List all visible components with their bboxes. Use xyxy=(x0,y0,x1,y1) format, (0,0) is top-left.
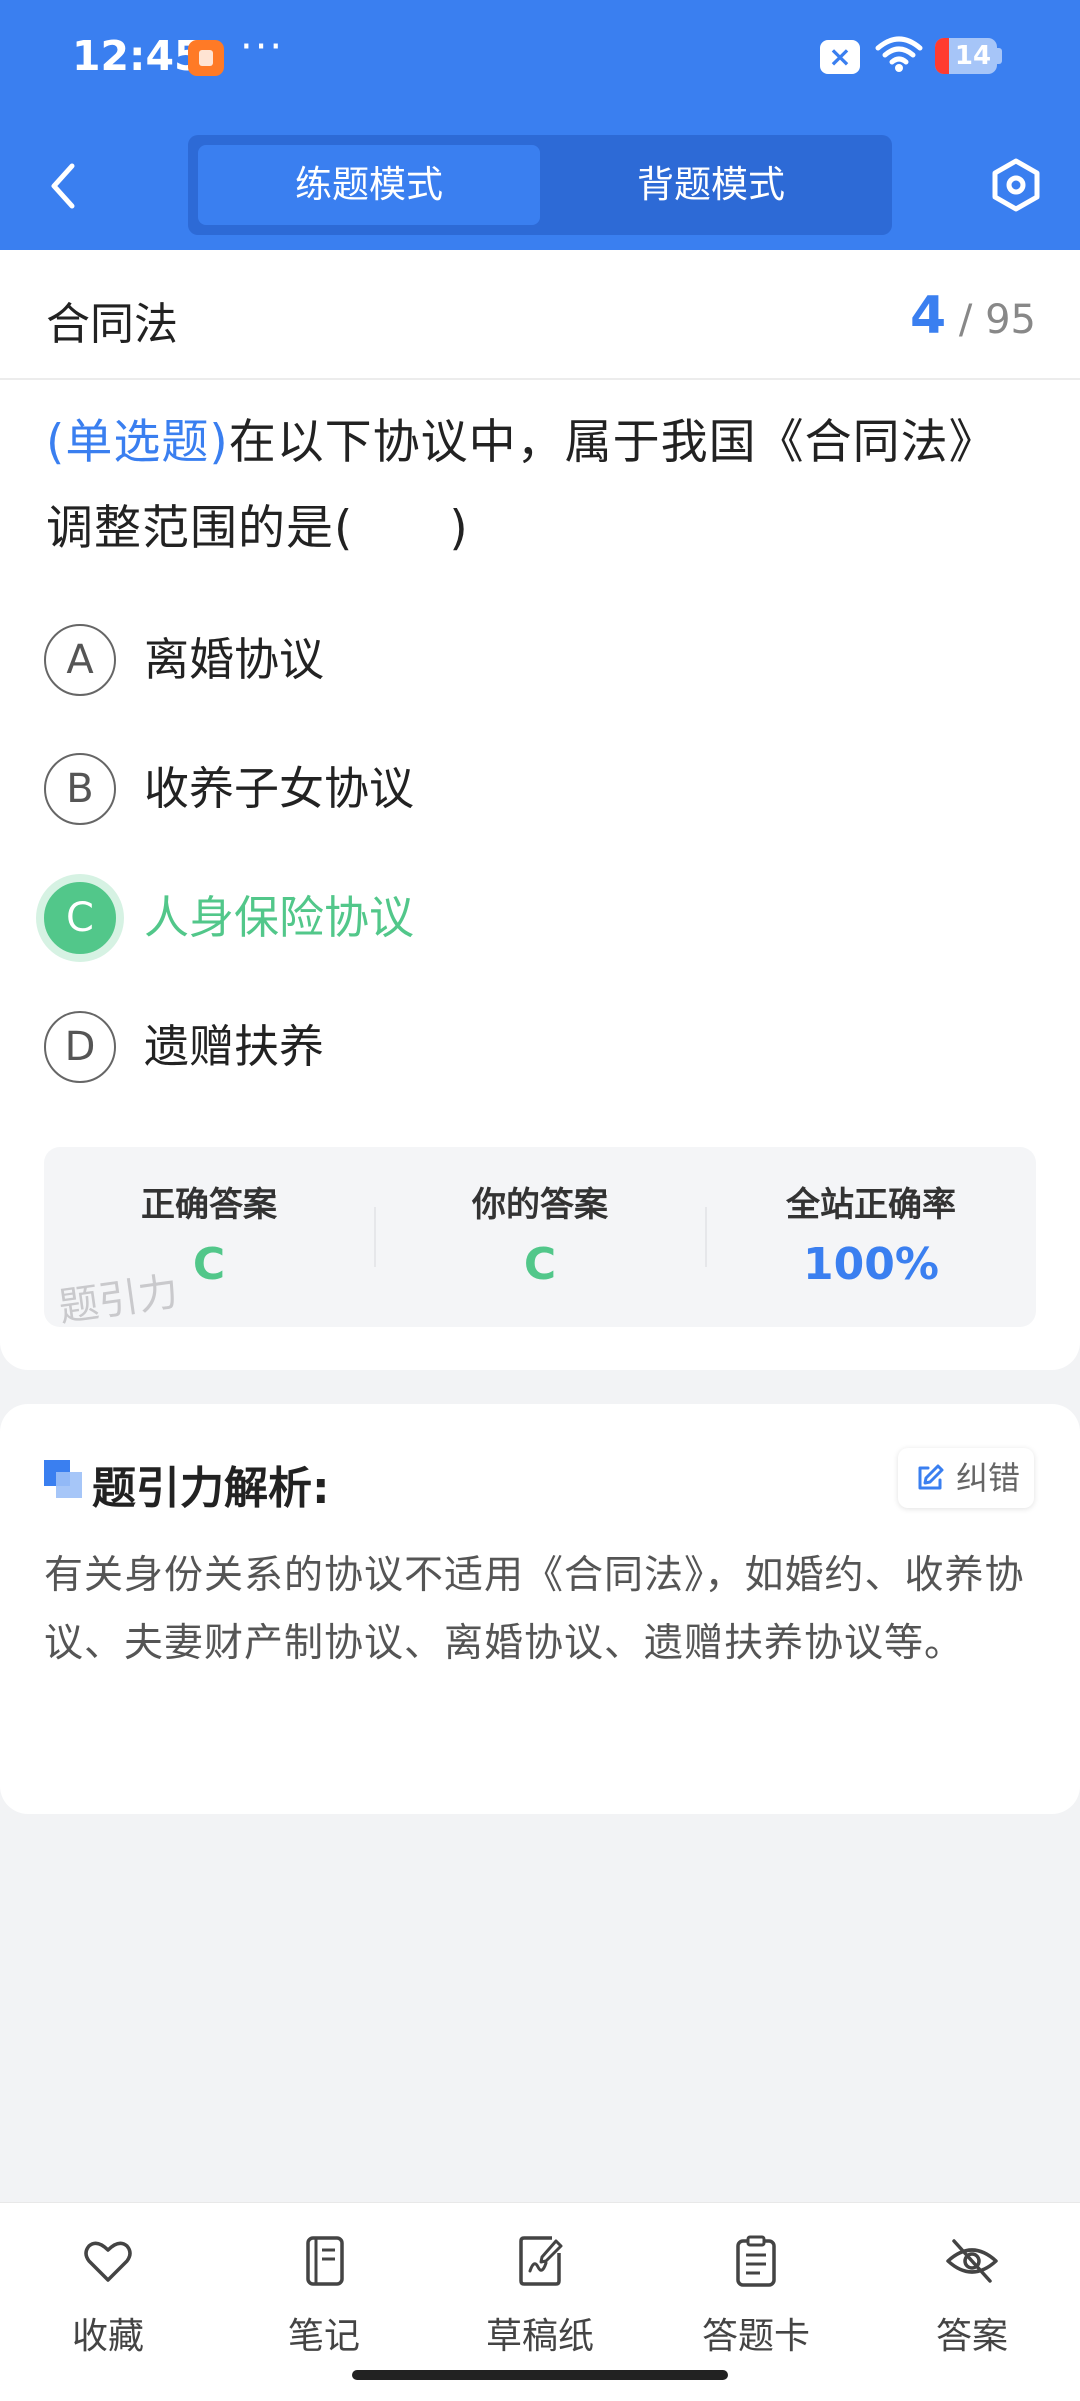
progress-total: 95 xyxy=(985,297,1036,343)
your-answer-label: 你的答案 xyxy=(472,1185,608,1225)
status-bar: 12:45 ··· × 14 xyxy=(0,0,1080,118)
wifi-icon xyxy=(875,36,923,72)
mode-tabs: 练题模式 背题模式 xyxy=(188,135,892,235)
status-time: 12:45 xyxy=(72,32,203,80)
eye-off-icon xyxy=(946,2239,998,2283)
your-answer-col: 你的答案 C xyxy=(375,1147,705,1327)
tab-memorize-mode[interactable]: 背题模式 xyxy=(540,145,882,225)
nav-notes[interactable]: 笔记 xyxy=(234,2223,414,2363)
nav-label: 答案 xyxy=(935,2316,1008,2357)
progress-current: 4 xyxy=(909,286,947,346)
option-text: 遗赠扶养 xyxy=(144,1020,325,1073)
analysis-text: 有关身份关系的协议不适用《合同法》，如婚约、收养协议、夫妻财产制协议、离婚协议、… xyxy=(44,1553,1025,1666)
nav-label: 草稿纸 xyxy=(485,2316,594,2357)
back-arrow-icon[interactable] xyxy=(40,156,86,216)
question-card: 合同法 4 / 95 (单选题)在以下协议中，属于我国《合同法》调整范围的是( … xyxy=(0,250,1080,1370)
nav-favorite[interactable]: 收藏 xyxy=(18,2223,198,2363)
accuracy-value: 100% xyxy=(803,1239,939,1290)
nav-label: 笔记 xyxy=(287,2316,360,2357)
option-text: 收养子女协议 xyxy=(144,762,415,815)
battery-percent: 14 xyxy=(954,41,992,71)
no-sim-icon: × xyxy=(820,40,860,74)
option-b[interactable]: B 收养子女协议 xyxy=(44,749,1024,829)
answer-card-icon xyxy=(736,2235,776,2287)
option-text: 人身保险协议 xyxy=(144,891,415,944)
option-letter: C xyxy=(44,882,116,954)
nav-label: 收藏 xyxy=(71,2316,144,2357)
nav-draft-paper[interactable]: 草稿纸 xyxy=(450,2223,630,2363)
correct-answer-label: 正确答案 xyxy=(141,1185,277,1225)
option-letter: A xyxy=(44,624,116,696)
taobao-app-icon xyxy=(188,40,224,76)
nav-answer[interactable]: 答案 xyxy=(882,2223,1062,2363)
report-error-label: 纠错 xyxy=(956,1459,1021,1497)
question-progress: 4 / 95 xyxy=(910,286,1036,346)
report-error-button[interactable]: 纠错 xyxy=(898,1448,1034,1508)
tab-practice-mode[interactable]: 练题模式 xyxy=(198,145,540,225)
more-notifications-icon: ··· xyxy=(240,24,285,70)
draft-paper-icon xyxy=(519,2236,563,2286)
option-c[interactable]: C 人身保险协议 xyxy=(44,878,1024,958)
option-a[interactable]: A 离婚协议 xyxy=(44,620,1024,700)
settings-hexagon-icon[interactable] xyxy=(988,155,1044,215)
edit-icon xyxy=(918,1464,944,1490)
heart-icon xyxy=(84,2241,132,2282)
option-d[interactable]: D 遗赠扶养 xyxy=(44,1007,1024,1087)
app-header: 12:45 ··· × 14 练题模式 背题模式 xyxy=(0,0,1080,250)
option-letter: D xyxy=(44,1011,116,1083)
battery-level xyxy=(935,38,949,74)
battery-tip xyxy=(997,48,1002,64)
analysis-square-icon xyxy=(44,1460,82,1498)
analysis-title: 题引力解析: xyxy=(92,1463,330,1514)
notebook-icon xyxy=(306,2236,344,2286)
option-letter: B xyxy=(44,753,116,825)
chapter-title: 合同法 xyxy=(46,299,178,350)
accuracy-label: 全站正确率 xyxy=(786,1185,956,1225)
question-type: (单选题) xyxy=(46,415,229,470)
battery-icon: 14 xyxy=(935,38,997,74)
answer-summary: 正确答案 C 你的答案 C 全站正确率 100% 题引力 xyxy=(44,1147,1036,1331)
option-text: 离婚协议 xyxy=(144,633,325,686)
question-text: (单选题)在以下协议中，属于我国《合同法》调整范围的是( ) xyxy=(46,400,1036,572)
home-indicator[interactable] xyxy=(352,2370,728,2380)
analysis-card: 题引力解析: 纠错 有关身份关系的协议不适用《合同法》，如婚约、收养协议、夫妻财… xyxy=(0,1404,1080,1814)
your-answer-value: C xyxy=(523,1239,557,1290)
progress-separator: / xyxy=(958,297,973,343)
nav-label: 答题卡 xyxy=(701,2316,810,2357)
divider xyxy=(0,378,1080,380)
accuracy-col: 全站正确率 100% xyxy=(706,1147,1036,1327)
nav-answer-card[interactable]: 答题卡 xyxy=(666,2223,846,2363)
